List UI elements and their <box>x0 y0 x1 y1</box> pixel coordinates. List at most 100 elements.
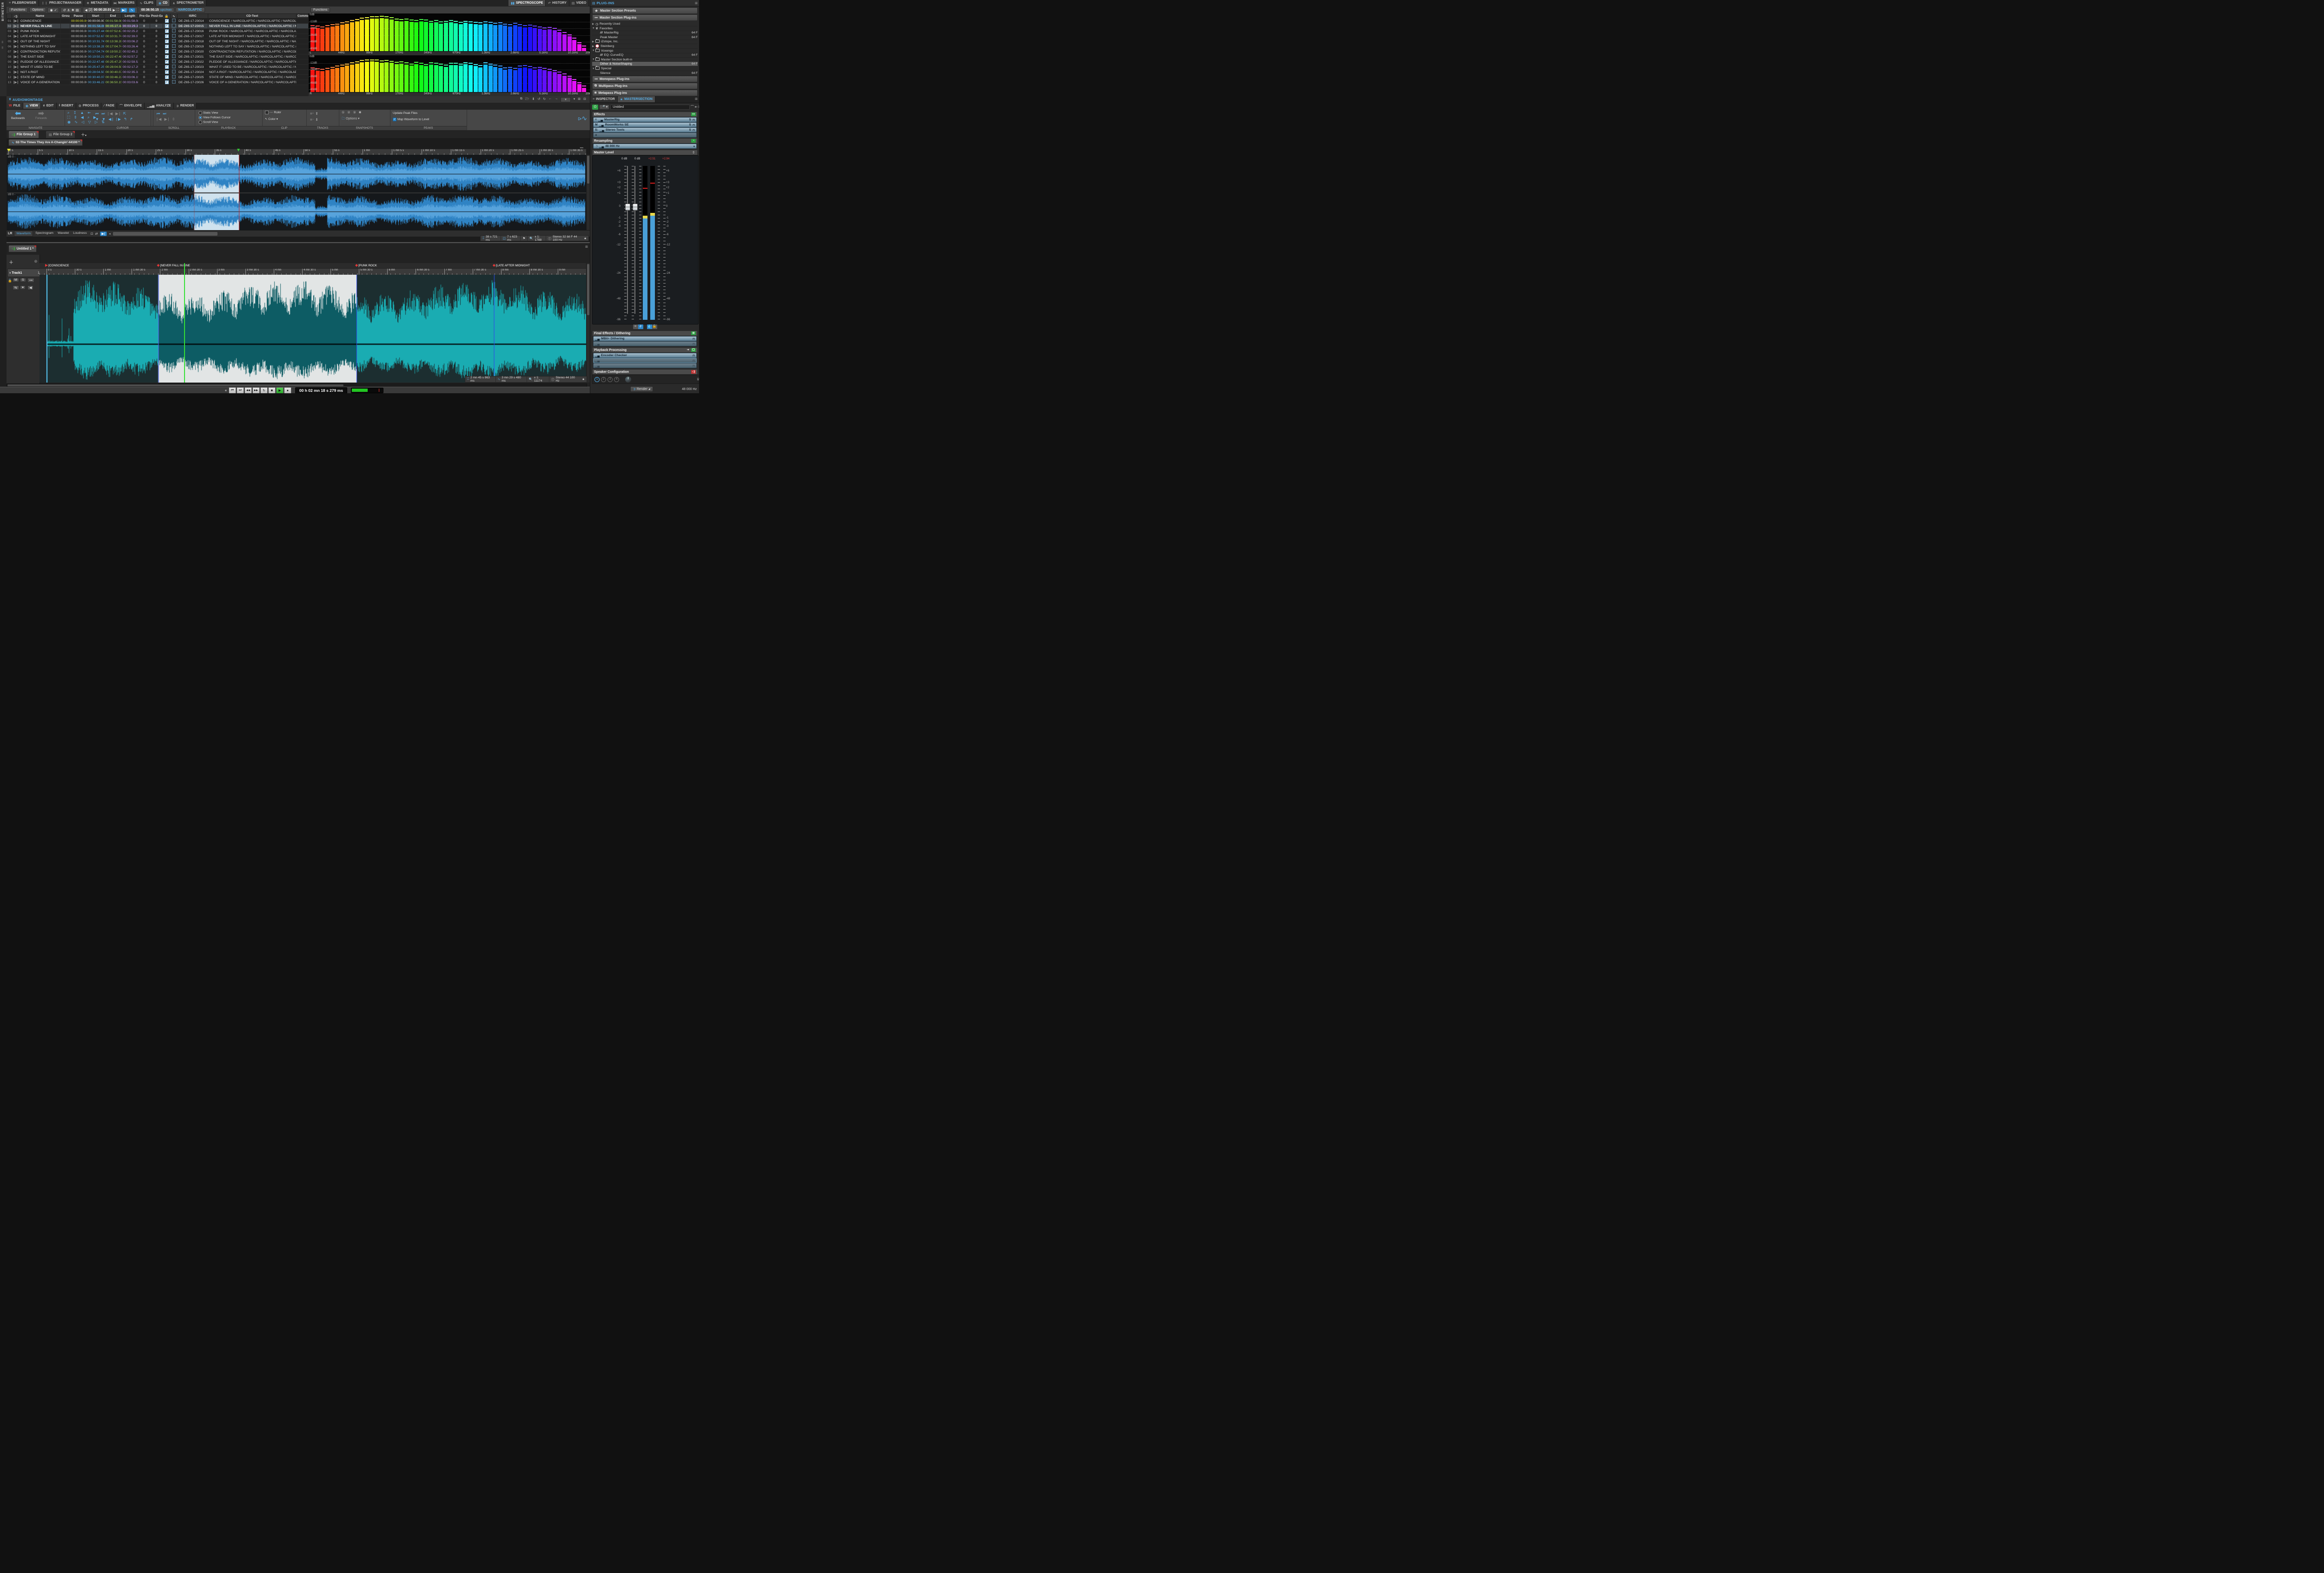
cell[interactable]: ∥▶∥ <box>12 23 20 29</box>
play-from-marker-icon[interactable]: ▶| <box>120 7 127 13</box>
new-doc-icon[interactable]: ⧉ <box>520 97 522 102</box>
cell[interactable]: 0 <box>150 39 163 44</box>
add-file-group-button[interactable]: ＋▾ <box>81 132 86 138</box>
cell[interactable]: 04 <box>7 33 12 39</box>
cell[interactable]: NEVER FALL IN LINE / NARCOLAPTIC / NARCO… <box>208 23 297 29</box>
slot-prefix[interactable]: = <box>595 118 597 121</box>
cell[interactable]: 00:00:00.00 <box>70 59 87 65</box>
track-plugin-button[interactable]: ⊶ <box>27 278 34 283</box>
solo-icon[interactable]: S <box>689 123 691 127</box>
emphasis-checkbox[interactable] <box>170 74 178 80</box>
cell[interactable]: 0 <box>138 69 150 75</box>
copy-protect-checkbox[interactable]: ✓ <box>163 49 171 54</box>
effect-slot-stereo-tools[interactable]: S: ▁▄ Stereo Tools S ⊓ <box>593 127 697 132</box>
final-effects-section-header[interactable]: Final Effects / Dithering ⊞ <box>592 330 698 336</box>
cell[interactable]: NOTHING LEFT TO SAY <box>19 44 61 49</box>
speaker-set-4[interactable]: 4 <box>614 377 619 382</box>
cell[interactable]: 10 <box>7 64 12 70</box>
cell[interactable]: 00:03:06.15 <box>121 74 139 80</box>
track-lock-icon[interactable]: 🔓 <box>8 279 12 283</box>
cell[interactable]: DE-Z65-17-23022 <box>177 59 208 65</box>
slot-prefix[interactable]: S: <box>595 128 598 132</box>
cell[interactable]: 00:02:45.22 <box>121 49 139 54</box>
cell[interactable]: 00:19:50.21 <box>104 49 122 54</box>
cell[interactable]: 00:30:40.07 <box>104 69 122 75</box>
cell[interactable]: LATE AFTER MIDNIGHT <box>19 33 61 39</box>
cell[interactable]: CONTRADICTION REFUTATION <box>19 49 61 54</box>
peak-readout-right[interactable]: +2.94 <box>662 158 669 160</box>
cell[interactable]: 05 <box>7 39 12 44</box>
metapass-plugins-button[interactable]: ⧈ Metapass Plug-ins <box>592 90 698 96</box>
montage-tab-file[interactable]: W FILE <box>7 103 23 109</box>
montage-tab-insert[interactable]: ⭳ INSERT <box>56 103 76 109</box>
play-button[interactable]: ▶ <box>276 387 284 393</box>
rewind-button[interactable]: ◀◀ <box>244 387 252 393</box>
col-header-CD-Text[interactable]: CD-Text <box>208 13 297 19</box>
cd-track-row[interactable]: 01 ∥▶∥ CONSCIENCE 00:00:00.00 00:00:00.00 00:… <box>7 18 309 24</box>
cd-album-title[interactable]: NARCOLAPTIC <box>175 7 205 13</box>
cell[interactable]: WHAT IT USED TO BE / NARCOLAPTIC / NARCO… <box>208 64 297 70</box>
tree-right-arrow-icon[interactable]: ▶ <box>592 45 594 48</box>
track-solo-button[interactable]: S <box>20 278 26 282</box>
cell[interactable]: 00:03:26.46 <box>121 44 139 49</box>
panel-icon[interactable]: ⊟ <box>583 97 586 102</box>
cell[interactable]: 0 <box>150 54 163 59</box>
dithering-empty-slot[interactable]: ▁▄ ⊓ <box>593 341 697 346</box>
cd-icon-group2[interactable]: ↺ ⚓ ❖ ▤ <box>60 7 81 13</box>
montage-tab-fade[interactable]: ⁄ FADE <box>101 103 118 109</box>
cell[interactable] <box>60 39 70 44</box>
copy-protect-checkbox[interactable]: ✓ <box>163 33 171 39</box>
resampling-section-header[interactable]: Resampling ◔ <box>592 138 698 144</box>
master-power-button[interactable]: ⏻ <box>592 104 598 110</box>
next-track-icon[interactable]: ▶ <box>112 8 115 12</box>
tree-down-arrow-icon[interactable]: ▼ <box>592 58 594 61</box>
cd-track-marker[interactable]: ◆[NEVER FALL IN LINE <box>157 263 191 267</box>
cell[interactable] <box>60 59 70 65</box>
emphasis-checkbox[interactable] <box>170 39 178 44</box>
cell[interactable]: 00:03:03.68 <box>121 79 139 85</box>
track-panel[interactable]: ◑ Track1 1 <box>7 269 41 277</box>
tab-spectrometer[interactable]: ∧ SPECTROMETER <box>170 0 207 6</box>
cell[interactable] <box>60 54 70 59</box>
cell[interactable]: 00:13:38.28 <box>86 44 105 49</box>
copy-protect-checkbox[interactable]: ✓ <box>163 64 171 70</box>
col-header-Comment[interactable]: Comment <box>296 13 309 19</box>
add-track-button[interactable]: ＋ <box>9 258 13 265</box>
cell[interactable]: 00:00:00.00 <box>70 49 87 54</box>
col-header-icon0[interactable] <box>7 13 12 19</box>
cell[interactable]: 0 <box>138 18 150 24</box>
copy-protect-checkbox[interactable]: ✓ <box>163 39 171 44</box>
upc-ean-link[interactable]: upc/ean <box>160 8 172 12</box>
monopass-plugins-button[interactable]: ⊶ Monopass Plug-ins <box>592 76 698 82</box>
cell[interactable]: 00:01:58.08 <box>86 23 105 29</box>
ruler-checkbox[interactable]: ⌐⌐ Ruler <box>265 111 281 114</box>
cell[interactable]: ∥▶∥ <box>12 18 20 24</box>
cell[interactable]: 00:00:00.00 <box>70 54 87 59</box>
cell[interactable]: DE-Z65-17-23018 <box>177 39 208 44</box>
slot-label[interactable]: MasterRig <box>604 118 620 121</box>
col-header-icon1[interactable]: ◁) <box>12 13 20 19</box>
cell[interactable]: 00:03:06.29 <box>121 39 139 44</box>
cell[interactable]: 0 <box>138 23 150 29</box>
anchor-icon[interactable]: ⚓ <box>67 8 70 12</box>
cell[interactable]: DE-Z65-17-23026 <box>177 79 208 85</box>
cell[interactable] <box>60 33 70 39</box>
slot-prefix[interactable]: M <box>595 123 598 126</box>
cell[interactable]: 0 <box>138 39 150 44</box>
copy-protect-checkbox[interactable]: ✓ <box>163 18 171 24</box>
cell[interactable] <box>296 18 309 24</box>
tab-history[interactable]: ↶ HISTORY <box>546 0 569 6</box>
cell[interactable]: 00:10:31.74 <box>86 39 105 44</box>
nav-fwd-icon[interactable]: → <box>555 97 558 102</box>
plugin-tree-item[interactable]: ///MasterRig 64 F <box>592 31 698 36</box>
cell[interactable]: 00:01:58.08 <box>104 18 122 24</box>
cell[interactable]: OUT OF THE NIGHT <box>19 39 61 44</box>
montage-layout-icon[interactable]: ⊞ <box>585 245 588 249</box>
montage-tab-envelope[interactable]: ⌒ ENVELOPE <box>117 103 145 109</box>
play-view-icon[interactable]: ▶( <box>99 231 107 236</box>
cell[interactable]: 0 <box>150 69 163 75</box>
tab-clips[interactable]: ∿ CLIPS <box>137 0 156 6</box>
hscroll-left-icon[interactable]: ◂ <box>109 232 111 236</box>
plugin-tree-item[interactable]: ▶ ◷ Recently Used <box>592 22 698 26</box>
effect-slot-masterrig[interactable]: = ▁▄ MasterRig S ⊓ <box>593 117 697 122</box>
